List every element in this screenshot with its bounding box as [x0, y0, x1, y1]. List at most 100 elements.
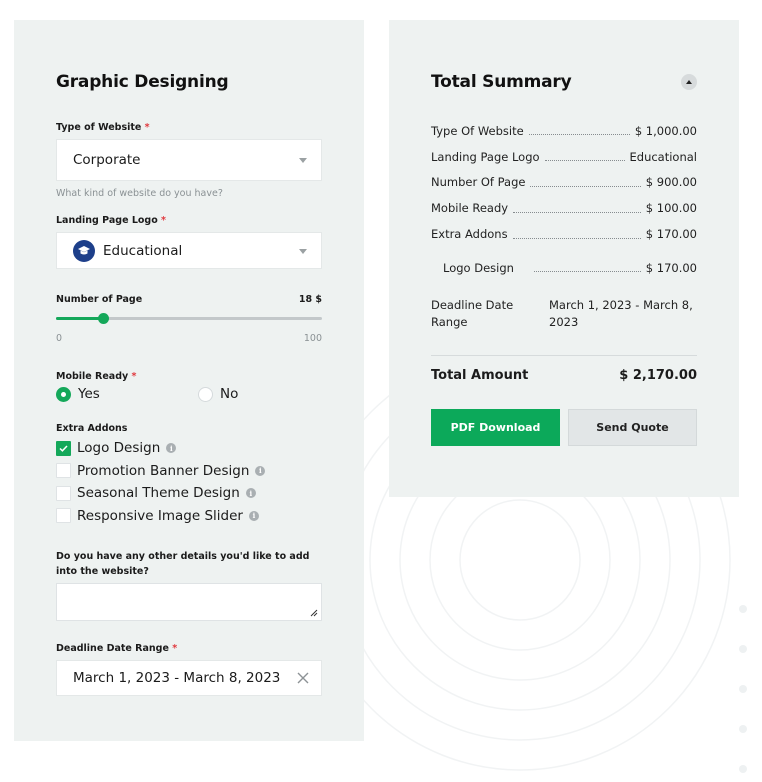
radio-no[interactable] — [198, 386, 213, 402]
extra-addons-label: Extra Addons — [56, 423, 128, 434]
dotted-leader — [533, 271, 641, 273]
info-icon[interactable]: i — [255, 465, 266, 476]
total-amount-value: $ 2,170.00 — [619, 367, 697, 383]
deadline-label-text: Deadline Date Range — [56, 643, 169, 654]
type-of-website-hint: What kind of website do you have? — [56, 188, 223, 199]
landing-page-logo-label-text: Landing Page Logo — [56, 215, 158, 226]
number-of-page-value: 18 $ — [298, 294, 322, 305]
close-icon[interactable] — [295, 670, 311, 686]
info-icon[interactable]: i — [245, 488, 256, 499]
dotted-leader — [528, 134, 630, 136]
radio-yes-label: Yes — [78, 386, 100, 402]
summary-deadline-value: March 1, 2023 - March 8, 2023 — [549, 297, 693, 329]
deadline-value: March 1, 2023 - March 8, 2023 — [73, 670, 281, 686]
required-mark: * — [161, 215, 167, 226]
chevron-down-icon — [299, 158, 307, 163]
summary-title: Total Summary — [431, 72, 572, 92]
dotted-leader — [530, 185, 641, 187]
mobile-ready-field: Mobile Ready * Yes No — [56, 371, 322, 402]
summary-deadline: Deadline Date Range March 1, 2023 - Marc… — [431, 297, 697, 331]
mobile-ready-label-text: Mobile Ready — [56, 371, 129, 382]
summary-header: Total Summary — [431, 72, 697, 92]
summary-row-label: Landing Page Logo — [431, 149, 540, 164]
addon-label: Seasonal Theme Design — [77, 485, 240, 502]
summary-row-value: $ 170.00 — [645, 260, 697, 275]
summary-row-label: Logo Design — [443, 260, 514, 275]
addon-responsive-image-slider[interactable]: Responsive Image Slider i — [56, 505, 322, 528]
addon-label: Logo Design — [77, 440, 161, 457]
addon-label: Responsive Image Slider — [77, 507, 243, 524]
checkbox-seasonal-theme-design[interactable] — [56, 485, 71, 501]
dotted-leader — [513, 211, 641, 213]
summary-deadline-label: Deadline Date Range — [431, 297, 514, 329]
info-icon[interactable]: i — [248, 510, 259, 521]
other-details-textarea[interactable] — [56, 583, 322, 621]
pdf-download-button[interactable]: PDF Download — [431, 408, 560, 446]
summary-row-label: Type Of Website — [431, 123, 524, 138]
radio-no-label: No — [220, 386, 239, 402]
slider-max-label: 100 — [303, 333, 322, 344]
chevron-down-icon — [299, 249, 307, 254]
summary-row-value: $ 1,000.00 — [634, 123, 697, 138]
background-dot — [739, 725, 747, 733]
summary-rows: Type Of Website $ 1,000.00 Landing Page … — [431, 118, 697, 281]
mobile-ready-yes-option[interactable]: Yes — [56, 386, 198, 402]
type-of-website-select[interactable]: Corporate — [56, 139, 322, 181]
required-mark: * — [172, 643, 178, 654]
type-of-website-label-text: Type of Website — [56, 122, 142, 133]
extra-addons-field: Extra Addons Logo Design i Promotion Ban… — [56, 423, 322, 527]
total-summary-panel: Total Summary Type Of Website $ 1,000.00… — [389, 20, 739, 497]
deadline-date-input[interactable]: March 1, 2023 - March 8, 2023 — [56, 660, 322, 696]
total-amount-row: Total Amount $ 2,170.00 — [431, 368, 697, 383]
required-mark: * — [144, 122, 150, 133]
summary-row-label: Mobile Ready — [431, 201, 509, 216]
other-details-label: Do you have any other details you'd like… — [56, 551, 310, 577]
checkmark-icon — [59, 445, 68, 452]
landing-page-logo-label: Landing Page Logo * — [56, 215, 322, 226]
radio-yes[interactable] — [56, 386, 71, 402]
summary-subrow-logo-design: Logo Design $ 170.00 — [431, 255, 697, 281]
summary-row-extra-addons: Extra Addons $ 170.00 — [431, 221, 697, 247]
other-details-field: Do you have any other details you'd like… — [56, 549, 322, 621]
checkbox-logo-design[interactable] — [56, 440, 71, 456]
mobile-ready-options: Yes No — [56, 386, 322, 402]
type-of-website-field: Type of Website * Corporate What kind of… — [56, 122, 322, 199]
background-dot — [739, 685, 747, 693]
dotted-leader — [512, 237, 641, 239]
landing-page-logo-value: Educational — [103, 242, 183, 259]
slider-handle[interactable] — [98, 313, 110, 324]
background-dot — [739, 645, 747, 653]
type-of-website-value: Corporate — [73, 152, 141, 168]
summary-row-label: Number Of Page — [431, 175, 526, 190]
number-of-page-label: Number of Page — [56, 294, 143, 305]
total-amount-label: Total Amount — [431, 367, 529, 383]
addon-logo-design[interactable]: Logo Design i — [56, 437, 322, 460]
send-quote-button[interactable]: Send Quote — [568, 408, 697, 446]
summary-row-landing-page-logo: Landing Page Logo Educational — [431, 144, 697, 170]
number-of-page-slider[interactable] — [56, 313, 322, 324]
mobile-ready-no-option[interactable]: No — [198, 386, 238, 402]
addon-seasonal-theme-design[interactable]: Seasonal Theme Design i — [56, 482, 322, 505]
chevron-up-icon[interactable] — [681, 74, 697, 90]
service-form-panel: Graphic Designing Type of Website * Corp… — [14, 20, 364, 741]
required-mark: * — [131, 371, 137, 382]
addon-promotion-banner-design[interactable]: Promotion Banner Design i — [56, 460, 322, 483]
checkbox-promotion-banner-design[interactable] — [56, 463, 71, 479]
summary-row-label: Extra Addons — [431, 227, 508, 242]
graduation-cap-icon — [73, 239, 95, 262]
number-of-page-header: Number of Page 18 $ — [56, 294, 322, 305]
summary-row-mobile-ready: Mobile Ready $ 100.00 — [431, 195, 697, 221]
checkbox-responsive-image-slider[interactable] — [56, 508, 71, 524]
dotted-leader — [544, 160, 625, 162]
deadline-field: Deadline Date Range * March 1, 2023 - Ma… — [56, 643, 322, 696]
addon-label: Promotion Banner Design — [77, 462, 250, 479]
info-icon[interactable]: i — [166, 443, 177, 454]
summary-row-value: Educational — [629, 149, 698, 164]
deadline-label: Deadline Date Range * — [56, 643, 322, 654]
summary-row-value: $ 100.00 — [645, 201, 697, 216]
summary-row-type-of-website: Type Of Website $ 1,000.00 — [431, 118, 697, 144]
landing-page-logo-select[interactable]: Educational — [56, 232, 322, 269]
summary-row-value: $ 900.00 — [645, 175, 697, 190]
background-dot — [739, 765, 747, 773]
resize-grip-icon[interactable] — [310, 609, 318, 617]
